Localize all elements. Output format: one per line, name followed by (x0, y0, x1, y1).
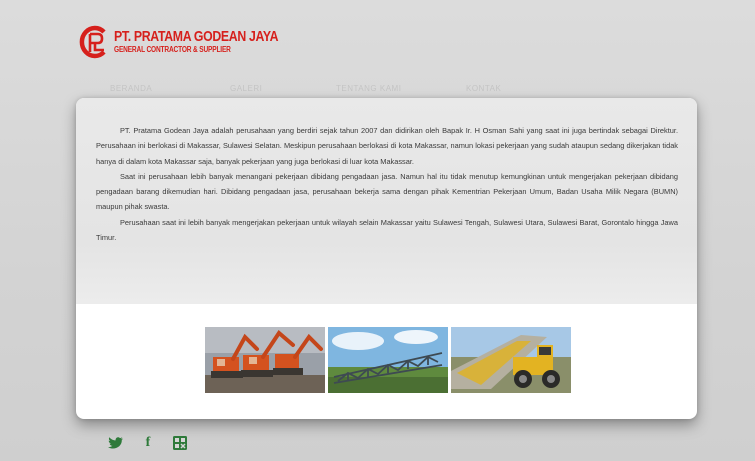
company-logo[interactable]: PT. PRATAMA GODEAN JAYA GENERAL CONTRACT… (78, 22, 314, 62)
excavators-photo[interactable] (205, 327, 325, 393)
about-paragraph-1: PT. Pratama Godean Jaya adalah perusahaa… (96, 126, 678, 166)
steel-bridge-photo[interactable] (328, 327, 448, 393)
nav-item-galeri[interactable]: GALERI (220, 82, 272, 95)
logo-text: PT. PRATAMA GODEAN JAYA GENERAL CONTRACT… (114, 29, 314, 55)
company-name: PT. PRATAMA GODEAN JAYA (114, 28, 279, 45)
nav-item-beranda[interactable]: BERANDA (100, 82, 162, 95)
facebook-icon[interactable]: f (140, 435, 156, 451)
twitter-icon[interactable] (108, 435, 124, 451)
photo-gallery (205, 327, 571, 393)
about-text: PT. Pratama Godean Jaya adalah perusahaa… (96, 123, 678, 245)
about-paragraph-3: Perusahaan saat ini lebih banyak mengerj… (96, 217, 678, 243)
logo-emblem-icon (78, 24, 110, 60)
road-roller-photo[interactable] (451, 327, 571, 393)
facebook-glyph: f (145, 435, 151, 450)
main-nav: BERANDA GALERI TENTANG KAMI KONTAK (100, 80, 660, 96)
social-links: f (108, 433, 188, 453)
nav-item-tentang-kami[interactable]: TENTANG KAMI (326, 82, 411, 95)
company-tagline: GENERAL CONTRACTOR & SUPPLIER (114, 45, 231, 54)
nav-item-kontak[interactable]: KONTAK (456, 82, 511, 95)
other-social-icon[interactable] (172, 435, 188, 451)
content-card: PT. Pratama Godean Jaya adalah perusahaa… (76, 98, 697, 419)
about-paragraph-2: Saat ini perusahaan lebih banyak menanga… (96, 171, 678, 212)
